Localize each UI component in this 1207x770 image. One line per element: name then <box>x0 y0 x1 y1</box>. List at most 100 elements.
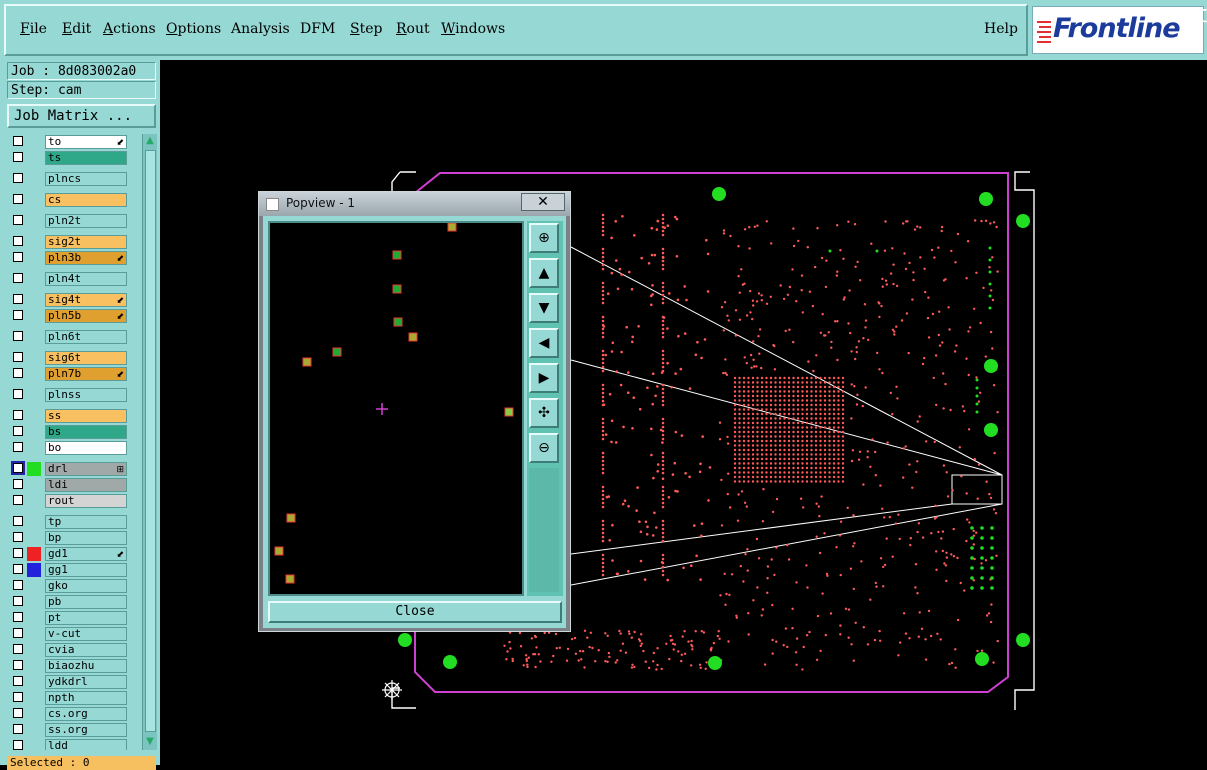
layer-name-npth[interactable]: npth <box>45 691 127 705</box>
layer-name-biaozhu[interactable]: biaozhu <box>45 659 127 673</box>
layer-name-ss.org[interactable]: ss.org <box>45 723 127 737</box>
layer-checkbox[interactable] <box>13 236 23 246</box>
layer-checkbox[interactable] <box>11 461 25 475</box>
layer-name-bs[interactable]: bs <box>45 425 127 439</box>
layer-row-v-cut[interactable]: v-cut <box>7 626 129 642</box>
popview-canvas[interactable] <box>268 221 524 596</box>
pan-down-icon[interactable]: ▼ <box>529 293 559 323</box>
layer-name-ldi[interactable]: ldi <box>45 478 127 492</box>
layer-row-to[interactable]: to ⬋ <box>7 134 129 150</box>
layer-checkbox[interactable] <box>13 410 23 420</box>
job-matrix-button[interactable]: Job Matrix ... <box>7 104 156 128</box>
layer-checkbox[interactable] <box>13 676 23 686</box>
scroll-thumb[interactable] <box>145 150 156 732</box>
layer-row-gg1[interactable]: gg1 <box>7 562 129 578</box>
layer-checkbox[interactable] <box>13 580 23 590</box>
layer-name-gd1[interactable]: gd1 ⬋ <box>45 547 127 561</box>
layer-name-pb[interactable]: pb <box>45 595 127 609</box>
layer-checkbox[interactable] <box>13 740 23 750</box>
layer-name-v-cut[interactable]: v-cut <box>45 627 127 641</box>
layer-row-ts[interactable]: ts <box>7 150 129 166</box>
layer-checkbox[interactable] <box>13 194 23 204</box>
layer-name-gg1[interactable]: gg1 <box>45 563 127 577</box>
layer-row-ss[interactable]: ss <box>7 408 129 424</box>
layer-row-bs[interactable]: bs <box>7 424 129 440</box>
layer-row-gd1[interactable]: gd1 ⬋ <box>7 546 129 562</box>
layer-row-ss.org[interactable]: ss.org <box>7 722 129 738</box>
layer-row-sig6t[interactable]: sig6t <box>7 350 129 366</box>
layer-name-ydkdrl[interactable]: ydkdrl <box>45 675 127 689</box>
layer-checkbox[interactable] <box>13 660 23 670</box>
layer-name-gko[interactable]: gko <box>45 579 127 593</box>
layer-name-ldd[interactable]: ldd <box>45 739 127 750</box>
menu-analysis[interactable]: Analysis <box>231 21 290 37</box>
layer-checkbox[interactable] <box>13 152 23 162</box>
layer-checkbox[interactable] <box>13 310 23 320</box>
layer-name-bo[interactable]: bo <box>45 441 127 455</box>
close-button[interactable]: Close <box>268 601 562 623</box>
layer-row-bo[interactable]: bo <box>7 440 129 456</box>
close-icon[interactable]: ✕ <box>521 193 565 211</box>
layer-checkbox[interactable] <box>13 516 23 526</box>
layer-row-pln2t[interactable]: pln2t <box>7 213 129 229</box>
layer-row-sig4t[interactable]: sig4t ⬋ <box>7 292 129 308</box>
layer-checkbox[interactable] <box>13 628 23 638</box>
layer-row-ydkdrl[interactable]: ydkdrl <box>7 674 129 690</box>
layer-row-cvia[interactable]: cvia <box>7 642 129 658</box>
layer-row-pln7b[interactable]: pln7b ⬋ <box>7 366 129 382</box>
layer-checkbox[interactable] <box>13 331 23 341</box>
menu-actions[interactable]: Actions <box>103 21 156 37</box>
layer-checkbox[interactable] <box>13 479 23 489</box>
layer-row-pb[interactable]: pb <box>7 594 129 610</box>
layer-name-tp[interactable]: tp <box>45 515 127 529</box>
menu-file[interactable]: File <box>20 21 47 37</box>
layer-name-sig4t[interactable]: sig4t ⬋ <box>45 293 127 307</box>
layer-row-ldi[interactable]: ldi <box>7 477 129 493</box>
menu-rout[interactable]: Rout <box>396 21 430 37</box>
layer-checkbox[interactable] <box>13 294 23 304</box>
layer-row-cs[interactable]: cs <box>7 192 129 208</box>
menu-options[interactable]: Options <box>166 21 221 37</box>
layer-row-bp[interactable]: bp <box>7 530 129 546</box>
layer-row-drl[interactable]: drl ⊞ <box>7 461 129 477</box>
layer-row-pln4t[interactable]: pln4t <box>7 271 129 287</box>
layer-checkbox[interactable] <box>13 644 23 654</box>
layer-name-cvia[interactable]: cvia <box>45 643 127 657</box>
layer-checkbox[interactable] <box>13 442 23 452</box>
layer-checkbox[interactable] <box>13 426 23 436</box>
zoom-in-icon[interactable]: ⊕ <box>529 223 559 253</box>
layer-checkbox[interactable] <box>13 724 23 734</box>
layer-row-pln5b[interactable]: pln5b ⬋ <box>7 308 129 324</box>
layer-row-gko[interactable]: gko <box>7 578 129 594</box>
layer-name-rout[interactable]: rout <box>45 494 127 508</box>
layer-checkbox[interactable] <box>13 495 23 505</box>
pan-up-icon[interactable]: ▲ <box>529 258 559 288</box>
layer-checkbox[interactable] <box>13 596 23 606</box>
layer-checkbox[interactable] <box>13 389 23 399</box>
layer-row-rout[interactable]: rout <box>7 493 129 509</box>
layer-row-pln3b[interactable]: pln3b ⬋ <box>7 250 129 266</box>
popview-titlebar[interactable]: Popview - 1 ✕ <box>259 192 570 216</box>
layer-name-drl[interactable]: drl ⊞ <box>45 462 127 476</box>
layer-checkbox[interactable] <box>13 564 23 574</box>
layer-checkbox[interactable] <box>13 136 23 146</box>
layer-checkbox[interactable] <box>13 215 23 225</box>
layer-name-ts[interactable]: ts <box>45 151 127 165</box>
layer-row-tp[interactable]: tp <box>7 514 129 530</box>
menu-windows[interactable]: Windows <box>441 21 505 37</box>
pan-left-icon[interactable]: ◀ <box>529 328 559 358</box>
layer-checkbox[interactable] <box>13 352 23 362</box>
layer-name-pln7b[interactable]: pln7b ⬋ <box>45 367 127 381</box>
layer-row-ldd[interactable]: ldd <box>7 738 129 750</box>
layer-checkbox[interactable] <box>13 708 23 718</box>
layer-name-plnss[interactable]: plnss <box>45 388 127 402</box>
zoom-fit-icon[interactable]: ✣ <box>529 398 559 428</box>
menu-dfm[interactable]: DFM <box>300 21 335 37</box>
layer-name-cs[interactable]: cs <box>45 193 127 207</box>
scroll-down-icon[interactable]: ▼ <box>144 736 156 748</box>
scroll-up-icon[interactable]: ▲ <box>144 135 156 147</box>
layer-checkbox[interactable] <box>13 612 23 622</box>
layer-row-sig2t[interactable]: sig2t <box>7 234 129 250</box>
layer-row-biaozhu[interactable]: biaozhu <box>7 658 129 674</box>
layer-name-pln3b[interactable]: pln3b ⬋ <box>45 251 127 265</box>
